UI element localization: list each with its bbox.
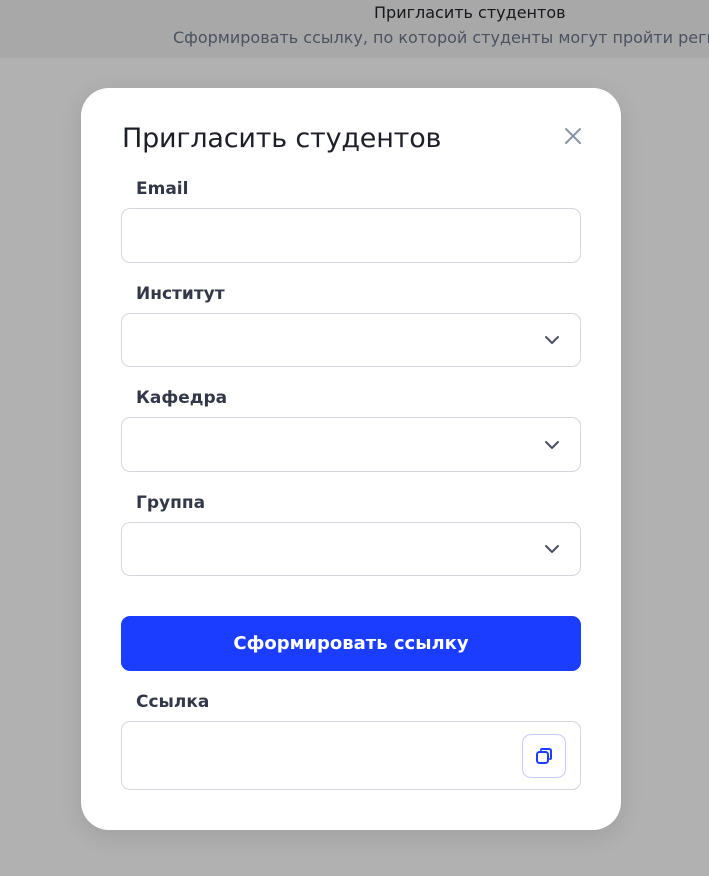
department-label: Кафедра	[136, 388, 228, 408]
background-page-subtitle: Сформировать ссылку, по которой студенты…	[173, 28, 709, 47]
email-field[interactable]	[122, 209, 580, 262]
group-label: Группа	[136, 493, 206, 513]
background-page-title: Пригласить студентов	[374, 3, 566, 22]
invite-students-modal: Пригласить студентов Email Институт Кафе…	[81, 88, 621, 830]
modal-title: Пригласить студентов	[122, 123, 442, 154]
close-icon	[565, 128, 581, 144]
chevron-down-icon	[545, 336, 559, 344]
institute-select[interactable]	[121, 313, 581, 367]
institute-label: Институт	[136, 284, 225, 304]
copy-icon	[536, 748, 552, 764]
link-label: Ссылка	[136, 692, 210, 712]
department-select[interactable]	[121, 417, 581, 472]
group-select[interactable]	[121, 522, 581, 576]
background-header: Пригласить студентов Сформировать ссылку…	[0, 0, 709, 58]
link-field-box	[121, 721, 581, 790]
copy-link-button[interactable]	[522, 734, 566, 778]
chevron-down-icon	[545, 440, 559, 449]
chevron-down-icon	[545, 545, 559, 553]
generate-link-button[interactable]: Сформировать ссылку	[121, 616, 581, 671]
email-label: Email	[136, 179, 189, 199]
close-button[interactable]	[562, 125, 584, 147]
email-field-box	[121, 208, 581, 263]
